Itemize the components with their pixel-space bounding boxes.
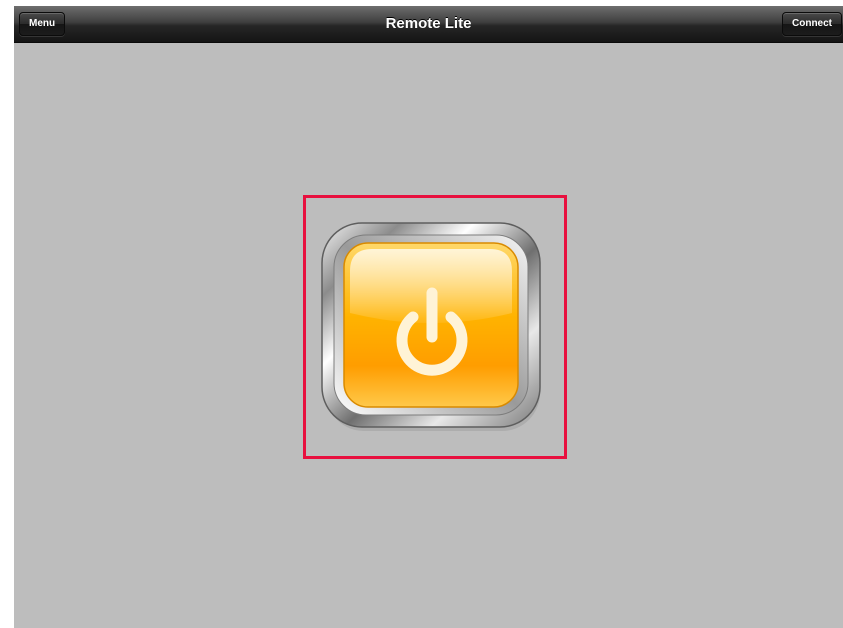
app-title: Remote Lite	[385, 15, 472, 32]
power-button-graphic	[321, 222, 541, 431]
connect-button[interactable]: Connect	[782, 12, 842, 36]
navigation-bar: Menu Remote Lite Connect	[14, 6, 843, 43]
remote-lite-app: Menu Remote Lite Connect	[14, 6, 843, 628]
power-button[interactable]	[320, 221, 546, 435]
